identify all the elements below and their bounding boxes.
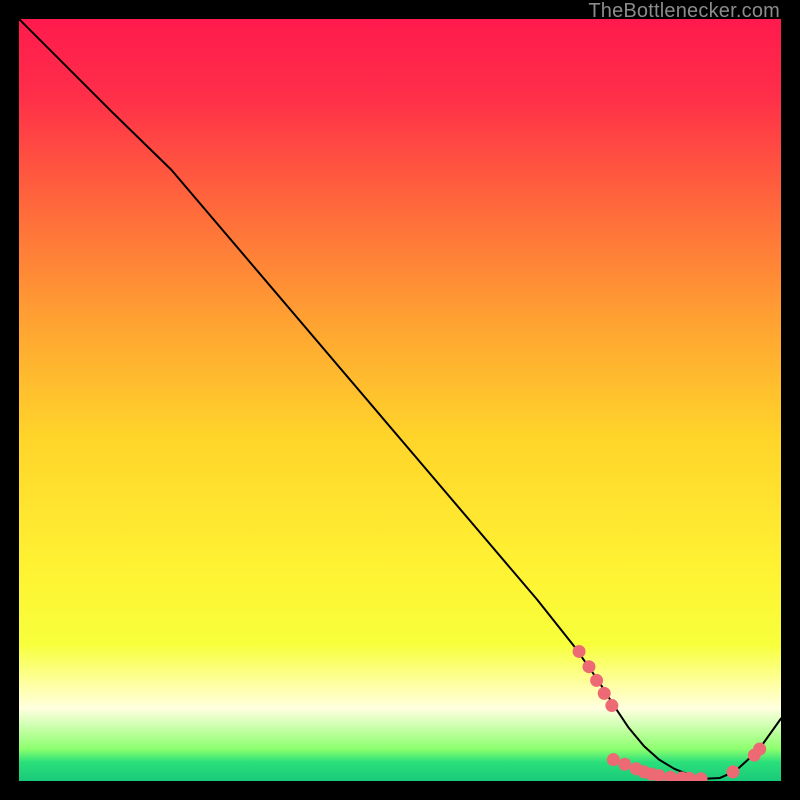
- watermark-text: TheBottlenecker.com: [588, 0, 780, 23]
- data-point: [726, 765, 739, 778]
- chart-frame: [19, 19, 781, 781]
- data-point: [598, 687, 611, 700]
- data-point: [607, 753, 620, 766]
- data-point: [573, 645, 586, 658]
- data-point: [590, 674, 603, 687]
- data-point: [618, 758, 631, 771]
- data-point: [605, 699, 618, 712]
- data-point: [582, 660, 595, 673]
- data-point: [753, 742, 766, 755]
- chart-svg: [19, 19, 781, 781]
